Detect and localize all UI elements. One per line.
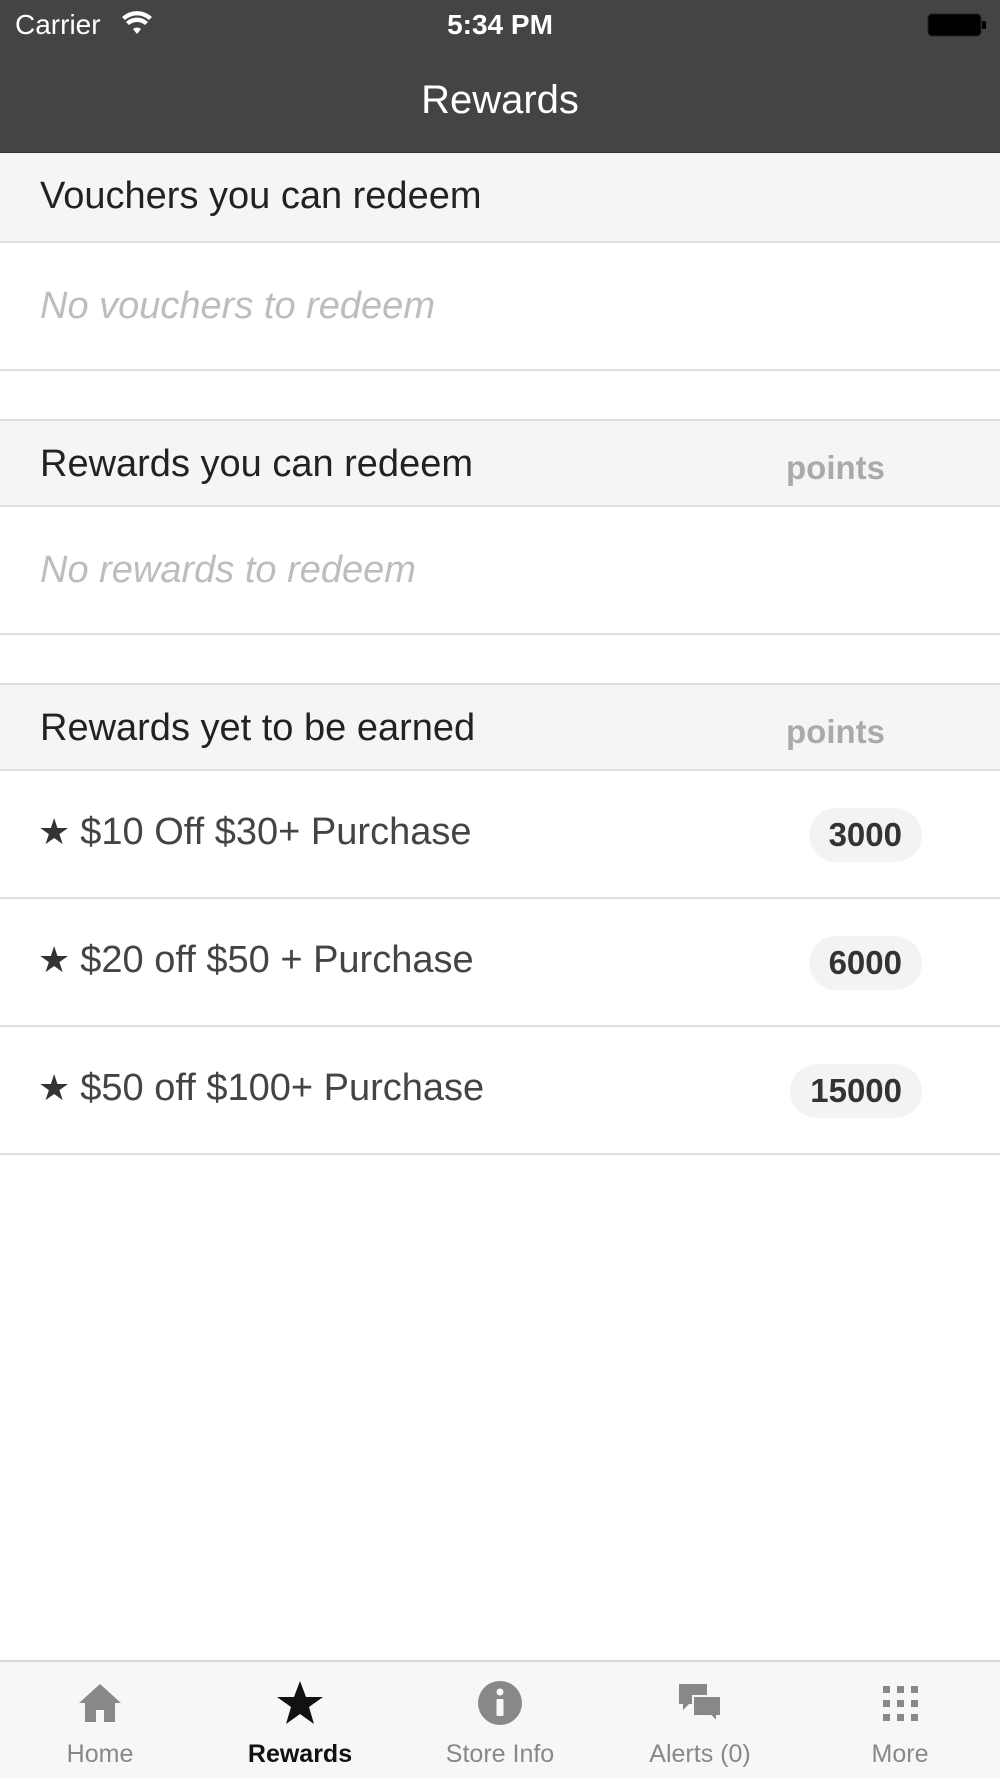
empty-vouchers-row: No vouchers to redeem xyxy=(0,243,1000,371)
reward-row[interactable]: ★ $20 off $50 + Purchase 6000 xyxy=(0,899,1000,1027)
section-header-vouchers: Vouchers you can redeem xyxy=(0,153,1000,243)
empty-rewards-row: No rewards to redeem xyxy=(0,507,1000,635)
star-icon: ★ xyxy=(38,1067,71,1108)
info-icon xyxy=(478,1681,522,1725)
tab-rewards[interactable]: Rewards xyxy=(200,1662,400,1780)
reward-row[interactable]: ★ $10 Off $30+ Purchase 3000 xyxy=(0,771,1000,899)
section-gap xyxy=(0,635,1000,683)
tab-label: Alerts (0) xyxy=(649,1740,751,1768)
points-badge: 15000 xyxy=(790,1064,922,1118)
status-time: 5:34 PM xyxy=(447,9,553,40)
section-header-to-earn: Rewards yet to be earned points xyxy=(0,683,1000,771)
tab-home[interactable]: Home xyxy=(0,1662,200,1780)
empty-text: No vouchers to redeem xyxy=(40,285,435,327)
chat-bubbles-icon xyxy=(679,1684,722,1725)
page-title: Rewards xyxy=(421,78,579,122)
battery-icon xyxy=(927,13,986,37)
star-icon xyxy=(277,1681,323,1724)
reward-label: ★ $20 off $50 + Purchase xyxy=(38,939,474,982)
section-title: Rewards you can redeem xyxy=(40,443,473,485)
section-title: Rewards yet to be earned xyxy=(40,707,476,749)
reward-row[interactable]: ★ $50 off $100+ Purchase 15000 xyxy=(0,1027,1000,1155)
tab-alerts[interactable]: Alerts (0) xyxy=(600,1662,800,1780)
reward-title: $20 off $50 + Purchase xyxy=(80,939,474,981)
star-icon: ★ xyxy=(38,939,71,980)
reward-title: $50 off $100+ Purchase xyxy=(80,1067,485,1109)
tab-label: Rewards xyxy=(247,1740,353,1768)
rewards-list: Vouchers you can redeem No vouchers to r… xyxy=(0,153,1000,1155)
tab-more[interactable]: More xyxy=(800,1662,1000,1780)
tab-label: Home xyxy=(66,1740,134,1768)
grid-icon xyxy=(883,1686,918,1721)
tab-store-info[interactable]: Store Info xyxy=(400,1662,600,1780)
points-column-label: points xyxy=(786,713,885,750)
points-badge: 6000 xyxy=(808,936,922,990)
reward-title: $10 Off $30+ Purchase xyxy=(80,811,472,853)
tab-label: More xyxy=(871,1740,929,1768)
tab-label: Store Info xyxy=(445,1740,555,1768)
section-gap xyxy=(0,371,1000,419)
points-column-label: points xyxy=(786,449,885,486)
nav-header: Carrier 5:34 PM Rewards xyxy=(0,0,1000,153)
reward-label: ★ $50 off $100+ Purchase xyxy=(38,1067,484,1110)
reward-label: ★ $10 Off $30+ Purchase xyxy=(38,811,471,854)
tab-bar: Home Rewards Store Info Alerts (0) More xyxy=(0,1660,1000,1778)
points-badge: 3000 xyxy=(808,808,922,862)
section-header-redeemable: Rewards you can redeem points xyxy=(0,419,1000,507)
status-bar: Carrier 5:34 PM xyxy=(0,0,1000,50)
home-icon xyxy=(79,1684,121,1722)
star-icon: ★ xyxy=(38,811,71,852)
empty-text: No rewards to redeem xyxy=(40,549,416,591)
section-title: Vouchers you can redeem xyxy=(40,175,482,217)
